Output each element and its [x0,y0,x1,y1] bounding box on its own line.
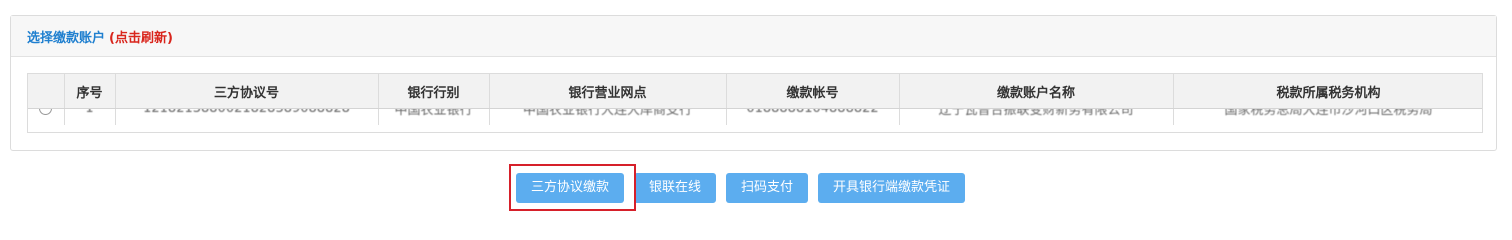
panel-title: 选择缴款账户 [27,30,106,46]
column-header: 银行行别 [378,74,490,109]
table-cell: 0188888104888822 [726,109,900,125]
table-cell: 中国农业银行大连大岸商支行 [489,109,727,125]
action-buttons: 三方协议缴款 银联在线 扫码支付 开具银行端缴款凭证 [516,173,966,203]
column-header: 缴款帐号 [726,74,900,109]
scan-pay-button[interactable]: 扫码支付 [726,173,809,203]
account-table-header: 序号 三方协议号 银行行别 银行营业网点 缴款帐号 缴款账户名称 税款所属税务机… [28,74,1482,109]
column-header: 序号 [64,74,116,109]
tri-agreement-pay-button[interactable]: 三方协议缴款 [516,173,625,203]
column-header: 三方协议号 [115,74,379,109]
table-header-row: 序号 三方协议号 银行行别 银行营业网点 缴款帐号 缴款账户名称 税款所属税务机… [28,74,1482,109]
table-cell: 辽宁瓦普合振联变财新务有限公司 [899,109,1174,125]
column-header: 银行营业网点 [489,74,727,109]
select-column-header [28,74,65,109]
table-cell: 1 [64,109,116,125]
table-cell: 1218213880021828389088828 [115,109,379,125]
row-select-cell[interactable] [28,109,65,125]
unionpay-online-button[interactable]: 银联在线 [634,173,717,203]
payment-account-panel: 选择缴款账户 (点击刷新) 序号 三方协议号 银行行别 银行营业网点 缴款帐号 … [10,15,1497,151]
panel-header: 选择缴款账户 (点击刷新) [11,16,1496,57]
row-radio[interactable] [39,109,53,115]
bank-voucher-button[interactable]: 开具银行端缴款凭证 [818,173,966,203]
table-row[interactable]: 1 1218213880021828389088828 中国农业银行 中国农业银… [28,109,1482,125]
column-header: 缴款账户名称 [899,74,1174,109]
account-table: 序号 三方协议号 银行行别 银行营业网点 缴款帐号 缴款账户名称 税款所属税务机… [27,73,1483,133]
table-cell: 中国农业银行 [378,109,490,125]
table-cell: 国家税务总局大连市沙河口区税务局 [1173,109,1482,125]
table-scroll-body[interactable]: 1 1218213880021828389088828 中国农业银行 中国农业银… [28,109,1482,132]
refresh-link[interactable]: (点击刷新) [109,27,173,46]
column-header: 税款所属税务机构 [1173,74,1482,109]
